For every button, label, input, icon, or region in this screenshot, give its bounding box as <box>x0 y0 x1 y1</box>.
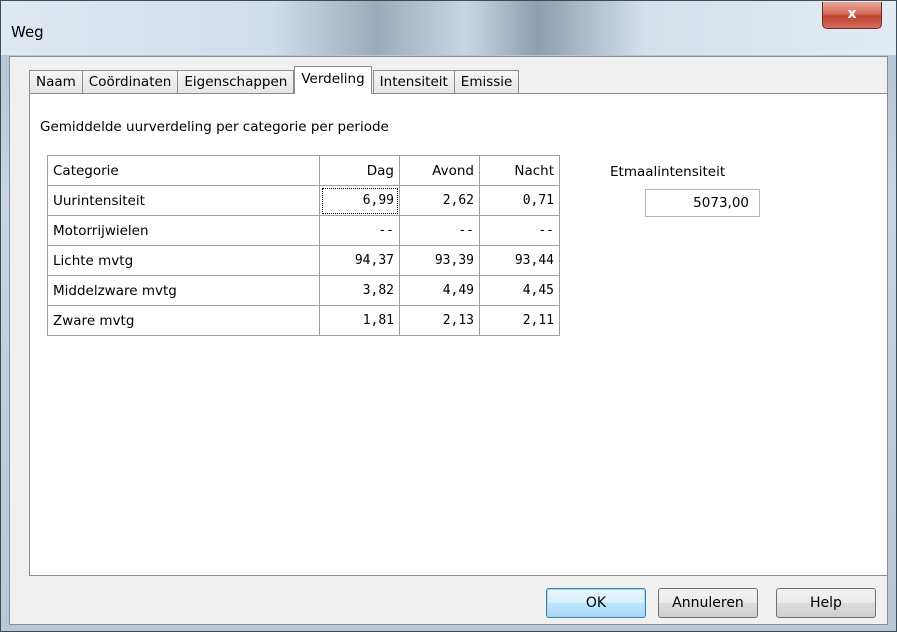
column-header-nacht[interactable]: Nacht <box>479 155 560 186</box>
cell-uurintensiteit-nacht[interactable]: 0,71 <box>479 185 560 216</box>
verdeling-panel: Gemiddelde uurverdeling per categorie pe… <box>29 93 888 576</box>
tab-coordinaten[interactable]: Coördinaten <box>81 70 179 94</box>
distribution-table: Categorie Dag Avond Nacht Uurintensiteit… <box>47 155 560 336</box>
etmaalintensiteit-label: Etmaalintensiteit <box>610 164 726 180</box>
table-row: Lichte mvtg 94,37 93,39 93,44 <box>47 245 560 276</box>
tab-eigenschappen[interactable]: Eigenschappen <box>177 70 295 94</box>
cell-middelzware-mvtg-avond[interactable]: 4,49 <box>399 275 480 306</box>
cell-motorrijwielen-nacht[interactable]: -- <box>479 215 560 246</box>
help-button[interactable]: Help <box>776 588 876 618</box>
cell-zware-mvtg-dag[interactable]: 1,81 <box>319 305 400 336</box>
cell-lichte-mvtg-nacht[interactable]: 93,44 <box>479 245 560 276</box>
cell-uurintensiteit-dag[interactable]: 6,99 <box>319 185 400 216</box>
panel-subtitle: Gemiddelde uurverdeling per categorie pe… <box>40 119 389 135</box>
table-header-row: Categorie Dag Avond Nacht <box>47 155 560 186</box>
dialog-window: Weg x Naam Coördinaten Eigenschappen Ver… <box>0 0 897 632</box>
cell-lichte-mvtg-dag[interactable]: 94,37 <box>319 245 400 276</box>
dialog-client-area: Naam Coördinaten Eigenschappen Verdeling… <box>9 56 888 625</box>
etmaalintensiteit-field[interactable]: 5073,00 <box>645 189 760 217</box>
cell-uurintensiteit-avond[interactable]: 2,62 <box>399 185 480 216</box>
close-icon: x <box>847 6 857 22</box>
ok-button[interactable]: OK <box>546 588 646 618</box>
row-label-motorrijwielen: Motorrijwielen <box>47 215 320 246</box>
cell-middelzware-mvtg-dag[interactable]: 3,82 <box>319 275 400 306</box>
row-label-zware-mvtg: Zware mvtg <box>47 305 320 336</box>
table-row: Zware mvtg 1,81 2,13 2,11 <box>47 305 560 336</box>
column-header-avond[interactable]: Avond <box>399 155 480 186</box>
cell-middelzware-mvtg-nacht[interactable]: 4,45 <box>479 275 560 306</box>
row-label-uurintensiteit: Uurintensiteit <box>47 185 320 216</box>
cell-motorrijwielen-dag[interactable]: -- <box>319 215 400 246</box>
close-button[interactable]: x <box>822 2 882 29</box>
cell-lichte-mvtg-avond[interactable]: 93,39 <box>399 245 480 276</box>
row-label-lichte-mvtg: Lichte mvtg <box>47 245 320 276</box>
cell-zware-mvtg-nacht[interactable]: 2,11 <box>479 305 560 336</box>
table-row: Uurintensiteit 6,99 2,62 0,71 <box>47 185 560 216</box>
window-title: Weg <box>11 23 44 41</box>
row-label-middelzware-mvtg: Middelzware mvtg <box>47 275 320 306</box>
tab-verdeling[interactable]: Verdeling <box>294 66 372 94</box>
column-header-dag[interactable]: Dag <box>319 155 400 186</box>
cell-zware-mvtg-avond[interactable]: 2,13 <box>399 305 480 336</box>
tab-naam[interactable]: Naam <box>29 70 83 94</box>
tab-intensiteit[interactable]: Intensiteit <box>372 70 455 94</box>
title-bar: Weg x <box>1 1 896 55</box>
cell-motorrijwielen-avond[interactable]: -- <box>399 215 480 246</box>
table-row: Middelzware mvtg 3,82 4,49 4,45 <box>47 275 560 306</box>
cancel-button[interactable]: Annuleren <box>658 588 758 618</box>
tab-emissie[interactable]: Emissie <box>453 70 520 94</box>
tab-strip: Naam Coördinaten Eigenschappen Verdeling… <box>29 66 520 94</box>
table-row: Motorrijwielen -- -- -- <box>47 215 560 246</box>
column-header-categorie[interactable]: Categorie <box>47 155 320 186</box>
